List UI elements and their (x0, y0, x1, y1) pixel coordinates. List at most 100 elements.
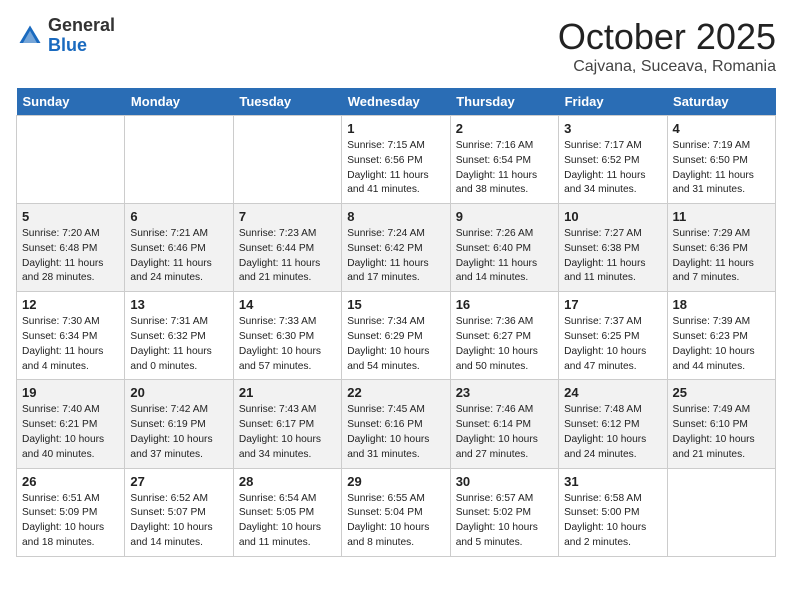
day-info: Sunrise: 6:55 AM Sunset: 5:04 PM Dayligh… (347, 492, 444, 551)
calendar-cell: 4Sunrise: 7:19 AM Sunset: 6:50 PM Daylig… (667, 116, 775, 204)
logo-icon (16, 22, 44, 50)
calendar-cell: 3 Sunrise: 7:17 AM Sunset: 6:52 PM Daylig… (559, 116, 667, 204)
day-number: 12 (22, 297, 119, 312)
day-number: 31 (564, 474, 661, 489)
day-info: Sunrise: 7:31 AM Sunset: 6:32 PM Dayligh… (130, 315, 227, 374)
calendar-cell: 22 Sunrise: 7:45 AM Sunset: 6:16 PM Dayli… (342, 380, 450, 468)
day-info: Sunrise: 7:33 AM Sunset: 6:30 PM Dayligh… (239, 315, 336, 374)
day-info: Sunrise: 6:54 AM Sunset: 5:05 PM Dayligh… (239, 492, 336, 551)
day-number: 7 (239, 209, 336, 224)
day-number: 11 (673, 209, 770, 224)
day-number: 18 (673, 297, 770, 312)
day-number: 8 (347, 209, 444, 224)
day-info: Sunrise: 7:26 AM Sunset: 6:40 PM Dayligh… (456, 227, 553, 286)
header-tuesday: Tuesday (233, 88, 341, 116)
calendar-cell: 12 Sunrise: 7:30 AM Sunset: 6:34 PM Dayli… (17, 292, 125, 380)
calendar-cell: 9 Sunrise: 7:26 AM Sunset: 6:40 PM Daylig… (450, 204, 558, 292)
day-info: Sunrise: 7:39 AM Sunset: 6:23 PM Dayligh… (673, 315, 770, 374)
calendar-cell: 27Sunrise: 6:52 AM Sunset: 5:07 PM Dayli… (125, 468, 233, 556)
title-block: October 2025 Cajvana, Suceava, Romania (558, 16, 776, 76)
day-number: 9 (456, 209, 553, 224)
day-number: 29 (347, 474, 444, 489)
header-sunday: Sunday (17, 88, 125, 116)
calendar-cell: 13 Sunrise: 7:31 AM Sunset: 6:32 PM Dayli… (125, 292, 233, 380)
day-number: 20 (130, 385, 227, 400)
day-info: Sunrise: 7:23 AM Sunset: 6:44 PM Dayligh… (239, 227, 336, 286)
calendar-cell (667, 468, 775, 556)
day-info: Sunrise: 6:51 AM Sunset: 5:09 PM Dayligh… (22, 492, 119, 551)
logo-general: General (48, 16, 115, 36)
calendar-cell: 23Sunrise: 7:46 AM Sunset: 6:14 PM Dayli… (450, 380, 558, 468)
calendar-cell: 5 Sunrise: 7:20 AM Sunset: 6:48 PM Daylig… (17, 204, 125, 292)
logo: General Blue (16, 16, 115, 56)
logo-text: General Blue (48, 16, 115, 56)
day-info: Sunrise: 7:29 AM Sunset: 6:36 PM Dayligh… (673, 227, 770, 286)
day-number: 24 (564, 385, 661, 400)
day-number: 5 (22, 209, 119, 224)
calendar-cell: 30 Sunrise: 6:57 AM Sunset: 5:02 PM Dayli… (450, 468, 558, 556)
day-info: Sunrise: 7:36 AM Sunset: 6:27 PM Dayligh… (456, 315, 553, 374)
header-monday: Monday (125, 88, 233, 116)
day-number: 17 (564, 297, 661, 312)
day-number: 3 (564, 121, 661, 136)
day-number: 2 (456, 121, 553, 136)
calendar-cell: 18 Sunrise: 7:39 AM Sunset: 6:23 PM Dayli… (667, 292, 775, 380)
day-number: 28 (239, 474, 336, 489)
week-row-4: 19Sunrise: 7:40 AM Sunset: 6:21 PM Dayli… (17, 380, 776, 468)
calendar-cell: 19Sunrise: 7:40 AM Sunset: 6:21 PM Dayli… (17, 380, 125, 468)
day-info: Sunrise: 7:48 AM Sunset: 6:12 PM Dayligh… (564, 403, 661, 462)
day-number: 1 (347, 121, 444, 136)
day-info: Sunrise: 7:21 AM Sunset: 6:46 PM Dayligh… (130, 227, 227, 286)
day-number: 15 (347, 297, 444, 312)
calendar-cell: 16 Sunrise: 7:36 AM Sunset: 6:27 PM Dayli… (450, 292, 558, 380)
day-number: 14 (239, 297, 336, 312)
calendar-cell: 8 Sunrise: 7:24 AM Sunset: 6:42 PM Daylig… (342, 204, 450, 292)
calendar-cell: 15 Sunrise: 7:34 AM Sunset: 6:29 PM Dayli… (342, 292, 450, 380)
day-info: Sunrise: 7:27 AM Sunset: 6:38 PM Dayligh… (564, 227, 661, 286)
week-row-5: 26Sunrise: 6:51 AM Sunset: 5:09 PM Dayli… (17, 468, 776, 556)
header-thursday: Thursday (450, 88, 558, 116)
day-info: Sunrise: 7:16 AM Sunset: 6:54 PM Dayligh… (456, 139, 553, 198)
day-number: 30 (456, 474, 553, 489)
day-number: 27 (130, 474, 227, 489)
week-row-3: 12 Sunrise: 7:30 AM Sunset: 6:34 PM Dayli… (17, 292, 776, 380)
week-row-1: 1Sunrise: 7:15 AM Sunset: 6:56 PM Daylig… (17, 116, 776, 204)
day-number: 6 (130, 209, 227, 224)
calendar-cell: 2 Sunrise: 7:16 AM Sunset: 6:54 PM Daylig… (450, 116, 558, 204)
calendar-cell: 17Sunrise: 7:37 AM Sunset: 6:25 PM Dayli… (559, 292, 667, 380)
header-saturday: Saturday (667, 88, 775, 116)
day-number: 23 (456, 385, 553, 400)
calendar-cell: 28 Sunrise: 6:54 AM Sunset: 5:05 PM Dayli… (233, 468, 341, 556)
calendar-cell: 24 Sunrise: 7:48 AM Sunset: 6:12 PM Dayli… (559, 380, 667, 468)
day-number: 13 (130, 297, 227, 312)
calendar-cell: 7 Sunrise: 7:23 AM Sunset: 6:44 PM Daylig… (233, 204, 341, 292)
day-info: Sunrise: 7:24 AM Sunset: 6:42 PM Dayligh… (347, 227, 444, 286)
calendar-cell (17, 116, 125, 204)
day-number: 25 (673, 385, 770, 400)
day-info: Sunrise: 6:57 AM Sunset: 5:02 PM Dayligh… (456, 492, 553, 551)
calendar-cell: 26Sunrise: 6:51 AM Sunset: 5:09 PM Dayli… (17, 468, 125, 556)
header-wednesday: Wednesday (342, 88, 450, 116)
calendar-cell: 1Sunrise: 7:15 AM Sunset: 6:56 PM Daylig… (342, 116, 450, 204)
logo-blue: Blue (48, 36, 115, 56)
day-number: 4 (673, 121, 770, 136)
calendar-cell: 6 Sunrise: 7:21 AM Sunset: 6:46 PM Daylig… (125, 204, 233, 292)
calendar-cell: 25 Sunrise: 7:49 AM Sunset: 6:10 PM Dayli… (667, 380, 775, 468)
calendar-cell: 29 Sunrise: 6:55 AM Sunset: 5:04 PM Dayli… (342, 468, 450, 556)
day-info: Sunrise: 7:17 AM Sunset: 6:52 PM Dayligh… (564, 139, 661, 198)
day-info: Sunrise: 7:34 AM Sunset: 6:29 PM Dayligh… (347, 315, 444, 374)
day-number: 19 (22, 385, 119, 400)
day-info: Sunrise: 7:45 AM Sunset: 6:16 PM Dayligh… (347, 403, 444, 462)
calendar-cell: 10Sunrise: 7:27 AM Sunset: 6:38 PM Dayli… (559, 204, 667, 292)
calendar-cell: 14 Sunrise: 7:33 AM Sunset: 6:30 PM Dayli… (233, 292, 341, 380)
day-info: Sunrise: 6:58 AM Sunset: 5:00 PM Dayligh… (564, 492, 661, 551)
day-number: 16 (456, 297, 553, 312)
day-info: Sunrise: 7:20 AM Sunset: 6:48 PM Dayligh… (22, 227, 119, 286)
calendar-table: SundayMondayTuesdayWednesdayThursdayFrid… (16, 88, 776, 557)
month-title: October 2025 (558, 16, 776, 58)
day-info: Sunrise: 7:30 AM Sunset: 6:34 PM Dayligh… (22, 315, 119, 374)
calendar-cell (125, 116, 233, 204)
day-number: 22 (347, 385, 444, 400)
page-header: General Blue October 2025 Cajvana, Sucea… (16, 16, 776, 76)
day-info: Sunrise: 7:49 AM Sunset: 6:10 PM Dayligh… (673, 403, 770, 462)
